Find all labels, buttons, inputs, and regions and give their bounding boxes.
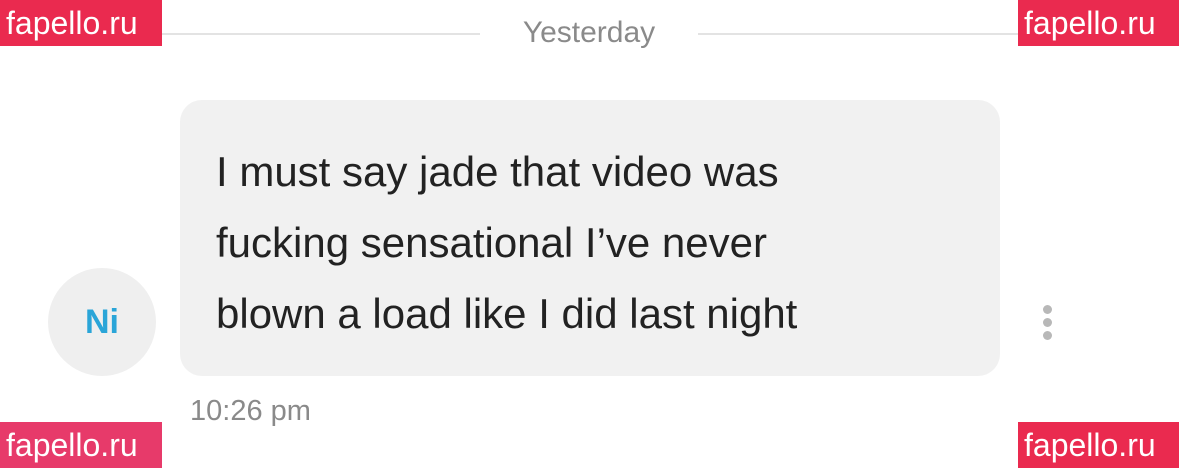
message-text-line: I must say jade that video was (216, 148, 779, 195)
message-timestamp: 10:26 pm (190, 395, 311, 427)
date-separator-label: Yesterday (522, 16, 656, 49)
separator-line-left (160, 33, 480, 35)
more-dot (1042, 330, 1052, 340)
avatar-initials: Ni (85, 303, 119, 341)
message-text-line: blown a load like I did last night (216, 290, 798, 337)
message-text-line: fucking sensational I’ve never (216, 219, 767, 266)
chat-screen: Yesterday Ni I must say jade that video … (0, 0, 1179, 468)
watermark-bottom-right: fapello.ru (1018, 422, 1179, 468)
more-vertical-icon[interactable] (1030, 298, 1064, 346)
watermark-bottom-left: fapello.ru (0, 422, 162, 468)
sender-avatar[interactable]: Ni (48, 268, 156, 376)
watermark-top-right: fapello.ru (1018, 0, 1179, 46)
more-dot (1042, 317, 1052, 327)
separator-line-right (698, 33, 1018, 35)
message-bubble[interactable]: I must say jade that video was fucking s… (180, 100, 1000, 376)
date-separator: Yesterday (0, 0, 1179, 68)
watermark-top-left: fapello.ru (0, 0, 162, 46)
more-dot (1042, 304, 1052, 314)
